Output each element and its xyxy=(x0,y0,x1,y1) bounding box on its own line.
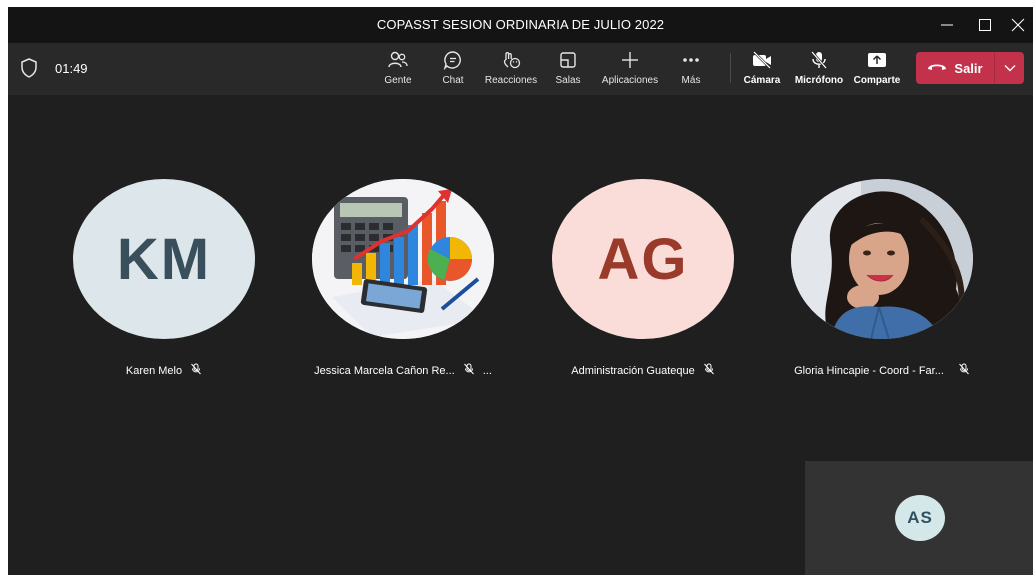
participant-tile[interactable]: Gloria Hincapie - Coord - Far... xyxy=(791,179,973,377)
maximize-button[interactable] xyxy=(970,13,1000,37)
people-icon xyxy=(380,49,416,71)
chat-icon xyxy=(436,49,470,71)
participant-name: Administración Guateque xyxy=(571,364,695,377)
participant-name-row: Karen Melo xyxy=(33,363,295,378)
microphone-label: Micrófono xyxy=(794,75,844,86)
leave-label: Salir xyxy=(954,60,983,76)
rooms-icon xyxy=(551,49,585,71)
finance-charts-image xyxy=(312,179,494,339)
participant-tile[interactable]: AG Administración Guateque xyxy=(552,179,734,377)
avatar-initials: KM xyxy=(116,226,212,292)
hang-up-icon xyxy=(927,59,947,77)
participant-name: Karen Melo xyxy=(125,364,183,377)
leave-button[interactable]: Salir xyxy=(916,52,994,84)
camera-label: Cámara xyxy=(743,75,781,86)
avatar-image xyxy=(791,179,973,339)
microphone-button[interactable]: Micrófono xyxy=(792,49,846,93)
camera-button[interactable]: Cámara xyxy=(742,49,782,93)
rooms-label: Salas xyxy=(555,75,581,86)
leave-button-group: Salir xyxy=(916,52,1024,84)
participant-name: Jessica Marcela Cañon Re... xyxy=(314,364,455,377)
apps-button[interactable]: Aplicaciones xyxy=(598,49,662,93)
leave-options-button[interactable] xyxy=(995,52,1024,84)
share-icon xyxy=(852,49,902,71)
avatar-image xyxy=(312,179,494,339)
participant-name: Gloria Hincapie - Coord - Far... xyxy=(794,364,944,377)
share-label: Comparte xyxy=(853,75,901,86)
window-title: COPASST SESION ORDINARIA DE JULIO 2022 xyxy=(376,17,665,32)
close-button[interactable] xyxy=(1003,13,1033,37)
shield-icon[interactable] xyxy=(20,58,38,83)
profile-photo-image xyxy=(791,179,973,339)
avatar-initials: AG xyxy=(597,226,689,292)
reactions-label: Reacciones xyxy=(484,75,538,86)
meeting-timer: 01:49 xyxy=(55,61,88,76)
avatar: AS xyxy=(895,495,945,541)
participant-more-button[interactable]: ... xyxy=(483,365,492,377)
add-apps-icon xyxy=(598,49,662,71)
people-label: Gente xyxy=(384,75,412,86)
camera-off-icon xyxy=(742,49,782,71)
avatar: KM xyxy=(73,179,255,339)
participant-tile[interactable]: KM Karen Melo xyxy=(73,179,255,377)
participant-tile[interactable]: Jessica Marcela Cañon Re... ... xyxy=(312,179,494,377)
title-bar: COPASST SESION ORDINARIA DE JULIO 2022 xyxy=(8,7,1033,43)
reactions-icon xyxy=(481,49,541,71)
chevron-down-icon xyxy=(1004,59,1016,77)
people-button[interactable]: Gente xyxy=(380,49,416,93)
more-button[interactable]: Más xyxy=(674,49,708,93)
teams-meeting-window: COPASST SESION ORDINARIA DE JULIO 2022 0… xyxy=(8,7,1033,575)
meeting-toolbar: 01:49 Gente Chat Reacciones Salas Aplica… xyxy=(8,43,1033,95)
reactions-button[interactable]: Reacciones xyxy=(481,49,541,93)
share-button[interactable]: Comparte xyxy=(852,49,902,93)
mic-off-icon xyxy=(463,363,475,378)
mic-off-icon xyxy=(190,363,202,378)
participant-name-row: Administración Guateque xyxy=(512,363,774,378)
more-label: Más xyxy=(681,75,701,86)
participant-name-row: Gloria Hincapie - Coord - Far... xyxy=(751,363,1013,378)
avatar: AG xyxy=(552,179,734,339)
minimize-button[interactable] xyxy=(932,13,962,37)
apps-label: Aplicaciones xyxy=(601,75,659,86)
chat-button[interactable]: Chat xyxy=(436,49,470,93)
mic-off-icon xyxy=(958,363,970,378)
toolbar-divider xyxy=(730,53,731,83)
more-icon xyxy=(674,49,708,71)
self-view-tile[interactable]: AS xyxy=(805,461,1033,575)
chat-label: Chat xyxy=(442,75,464,86)
mic-off-icon xyxy=(792,49,846,71)
mic-off-icon xyxy=(703,363,715,378)
rooms-button[interactable]: Salas xyxy=(551,49,585,93)
participant-name-row: Jessica Marcela Cañon Re... ... xyxy=(272,363,534,378)
avatar-initials: AS xyxy=(907,508,933,527)
